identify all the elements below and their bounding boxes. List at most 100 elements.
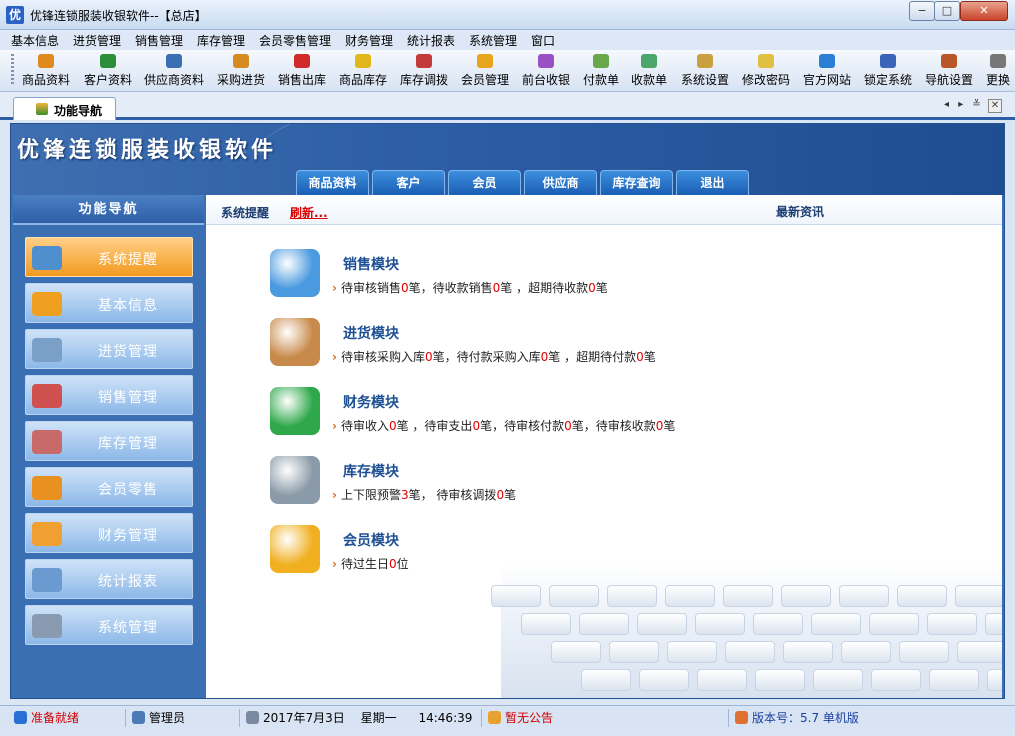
supplier-icon [166,54,182,68]
menu-finance[interactable]: 财务管理 [345,32,393,49]
keyboard-key [607,585,657,607]
refresh-link[interactable]: 刷新... [290,204,328,221]
module-summary: › 待过生日0位 [332,555,409,572]
member-icon [477,54,493,68]
news-label: 最新资讯 [776,205,825,219]
sidebar-item-label: 系统管理 [98,620,158,636]
toolbar-button-12[interactable]: 系统设置 [681,54,729,90]
sidebar-item-3[interactable]: 进货管理 [25,329,193,369]
tab-close-icon[interactable]: ✕ [988,99,1002,113]
keyboard-key [781,585,831,607]
keyboard-key [667,641,717,663]
bullet-arrow-icon: › [332,350,337,364]
toolbar-button-9[interactable]: 前台收银 [522,54,570,90]
customer-icon [100,54,116,68]
toolbar-button-1[interactable]: 商品资料 [22,54,70,90]
status-notice[interactable]: 暂无公告 [484,709,729,727]
toolbar-button-11[interactable]: 收款单 [631,54,667,90]
keyboard-key [839,585,889,607]
module-5: 会员模块 › 待过生日0位 [270,525,950,585]
menu-member-retail[interactable]: 会员零售管理 [259,32,331,49]
sidebar-item-8[interactable]: 统计报表 [25,559,193,599]
module-text: 笔 [504,488,517,502]
toolbar-button-label: 付款单 [583,73,620,87]
tab-scroll-arrows[interactable]: ◂ ▸ ≚ [944,99,984,110]
close-button[interactable]: ✕ [960,1,1008,21]
password-icon [758,54,774,68]
module-title[interactable]: 财务模块 [343,392,399,412]
sidebar-item-6[interactable]: 会员零售 [25,467,193,507]
toolbar-button-6[interactable]: 商品库存 [339,54,387,90]
maximize-button[interactable]: □ [934,1,960,21]
banner-tab-customers[interactable]: 客户 [372,170,445,195]
module-3: 财务模块 › 待审收入0笔 ，待审支出0笔，待审核付款0笔，待审核收款0笔 [270,387,950,447]
menu-purchase[interactable]: 进货管理 [73,32,121,49]
toolbar-button-label: 导航设置 [925,73,974,87]
keyboard-key [755,669,805,691]
sidebar-item-5[interactable]: 库存管理 [25,421,193,461]
keyboard-key [869,613,919,635]
module-4: 库存模块 › 上下限预警3笔， 待审核调拨0笔 [270,456,950,516]
money-icon [270,387,320,435]
toolbar-button-2[interactable]: 客户资料 [84,54,132,90]
sidebar-item-1[interactable]: 系统提醒 [25,237,193,277]
menu-sales[interactable]: 销售管理 [135,32,183,49]
keyboard-key [637,613,687,635]
toolbar-grip[interactable] [11,54,14,86]
banner-tab-inventory-query[interactable]: 库存查询 [600,170,673,195]
app-heading-reflection: 优锋连锁服装收银软件 [17,140,278,156]
banner-tab-exit[interactable]: 退出 [676,170,749,195]
menu-inventory[interactable]: 库存管理 [197,32,245,49]
menu-window[interactable]: 窗口 [531,32,555,49]
module-text: 笔 [663,419,676,433]
module-text: 笔，待审核付款 [480,419,565,433]
sidebar: 功能导航 系统提醒 基本信息 进货管理 销售管理 库存管理 会员零售 财务管理 统计报表 系统管… [11,195,206,698]
toolbar-button-label: 采购进货 [217,73,266,87]
toolbar-button-14[interactable]: 官方网站 [803,54,851,90]
keyboard-key [841,641,891,663]
menu-reports[interactable]: 统计报表 [407,32,455,49]
module-count: 0 [496,488,505,502]
sidebar-item-2[interactable]: 基本信息 [25,283,193,323]
module-text: 待审核销售 [340,281,401,295]
module-text: 上下限预警 [340,488,401,502]
truck-icon [233,54,249,68]
toolbar-button-17[interactable]: 更换 [986,54,1010,90]
module-count: 0 [636,350,644,364]
menu-basic-info[interactable]: 基本信息 [11,32,59,49]
module-title[interactable]: 库存模块 [343,461,399,481]
module-title[interactable]: 销售模块 [343,254,399,274]
minimize-button[interactable]: − [909,1,935,21]
toolbar-button-13[interactable]: 修改密码 [742,54,790,90]
sidebar-item-4[interactable]: 销售管理 [25,375,193,415]
module-title[interactable]: 会员模块 [343,530,399,550]
banner-tab-suppliers[interactable]: 供应商 [524,170,597,195]
toolbar-button-16[interactable]: 导航设置 [925,54,973,90]
toolbar-button-7[interactable]: 库存调拨 [400,54,448,90]
module-title[interactable]: 进货模块 [343,323,399,343]
toolbar-button-10[interactable]: 付款单 [583,54,619,90]
toolbar-button-5[interactable]: 销售出库 [278,54,326,90]
settings-icon [697,54,713,68]
book-icon [270,249,320,297]
module-text: 待过生日 [340,557,389,571]
toolbar-button-8[interactable]: 会员管理 [461,54,509,90]
module-2: 进货模块 › 待审核采购入库0笔，待付款采购入库0笔 ，超期待付款0笔 [270,318,950,378]
sidebar-item-label: 销售管理 [98,390,158,406]
module-count: 0 [388,557,397,571]
banner-tab-members[interactable]: 会员 [448,170,521,195]
menu-system[interactable]: 系统管理 [469,32,517,49]
sidebar-item-label: 财务管理 [98,528,158,544]
banner-tab-products[interactable]: 商品资料 [296,170,369,195]
module-count: 0 [388,419,397,433]
toolbar-button-label: 商品库存 [339,73,388,87]
sidebar-item-9[interactable]: 系统管理 [25,605,193,645]
keyboard-key [695,613,745,635]
keyboard-key [491,585,541,607]
toolbar-button-15[interactable]: 锁定系统 [864,54,912,90]
reminder-label: 系统提醒 [221,206,270,220]
toolbar-button-4[interactable]: 采购进货 [217,54,265,90]
toolbar-button-3[interactable]: 供应商资料 [144,54,204,90]
tab-function-navigation[interactable]: 功能导航 [13,97,116,120]
sidebar-item-7[interactable]: 财务管理 [25,513,193,553]
